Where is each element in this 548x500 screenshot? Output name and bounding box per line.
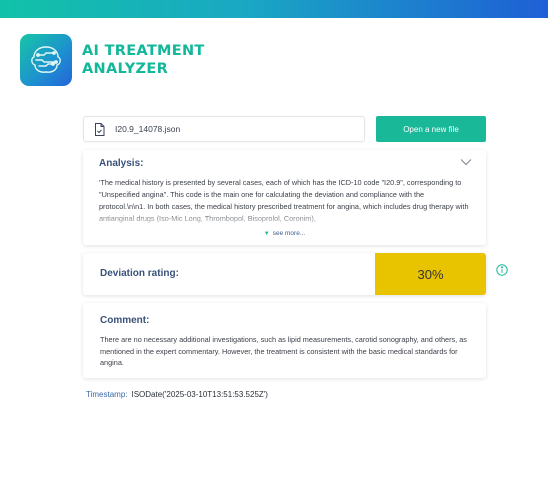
analysis-card: Analysis: 'The medical history is presen…	[83, 150, 486, 245]
analysis-title: Analysis:	[99, 158, 144, 169]
info-icon[interactable]	[496, 264, 508, 276]
file-icon	[95, 122, 105, 136]
timestamp-label: Timestamp:	[86, 390, 128, 399]
comment-card: Comment: There are no necessary addition…	[83, 303, 486, 378]
current-file-field: I20.9_14078.json	[83, 116, 365, 142]
brand-line-1: AI TREATMENT	[82, 43, 205, 59]
chevron-down-icon[interactable]	[460, 158, 472, 166]
caret-down-icon: ▼	[263, 231, 270, 237]
brain-circuit-icon	[31, 46, 61, 73]
analysis-text: 'The medical history is presented by sev…	[99, 178, 469, 223]
deviation-rating-value: 30%	[375, 253, 486, 295]
deviation-label: Deviation rating:	[100, 268, 179, 279]
app-logo	[20, 34, 72, 86]
brand-line-2: ANALYZER	[82, 61, 169, 77]
deviation-card: Deviation rating: 30%	[83, 253, 486, 295]
comment-text: There are no necessary additional invest…	[100, 335, 467, 367]
see-more-label: see more...	[272, 230, 306, 237]
see-more-link[interactable]: ▼ see more...	[83, 230, 486, 237]
timestamp-value: ISODate('2025-03-10T13:51:53.525Z')	[131, 390, 268, 399]
file-name: I20.9_14078.json	[115, 124, 181, 134]
top-gradient-bar	[0, 0, 548, 18]
open-new-file-button[interactable]: Open a new file	[376, 116, 486, 142]
brand-name: AI TREATMENT ANALYZER	[82, 42, 205, 78]
comment-title: Comment:	[100, 315, 150, 326]
timestamp: Timestamp: ISODate('2025-03-10T13:51:53.5…	[86, 390, 268, 399]
